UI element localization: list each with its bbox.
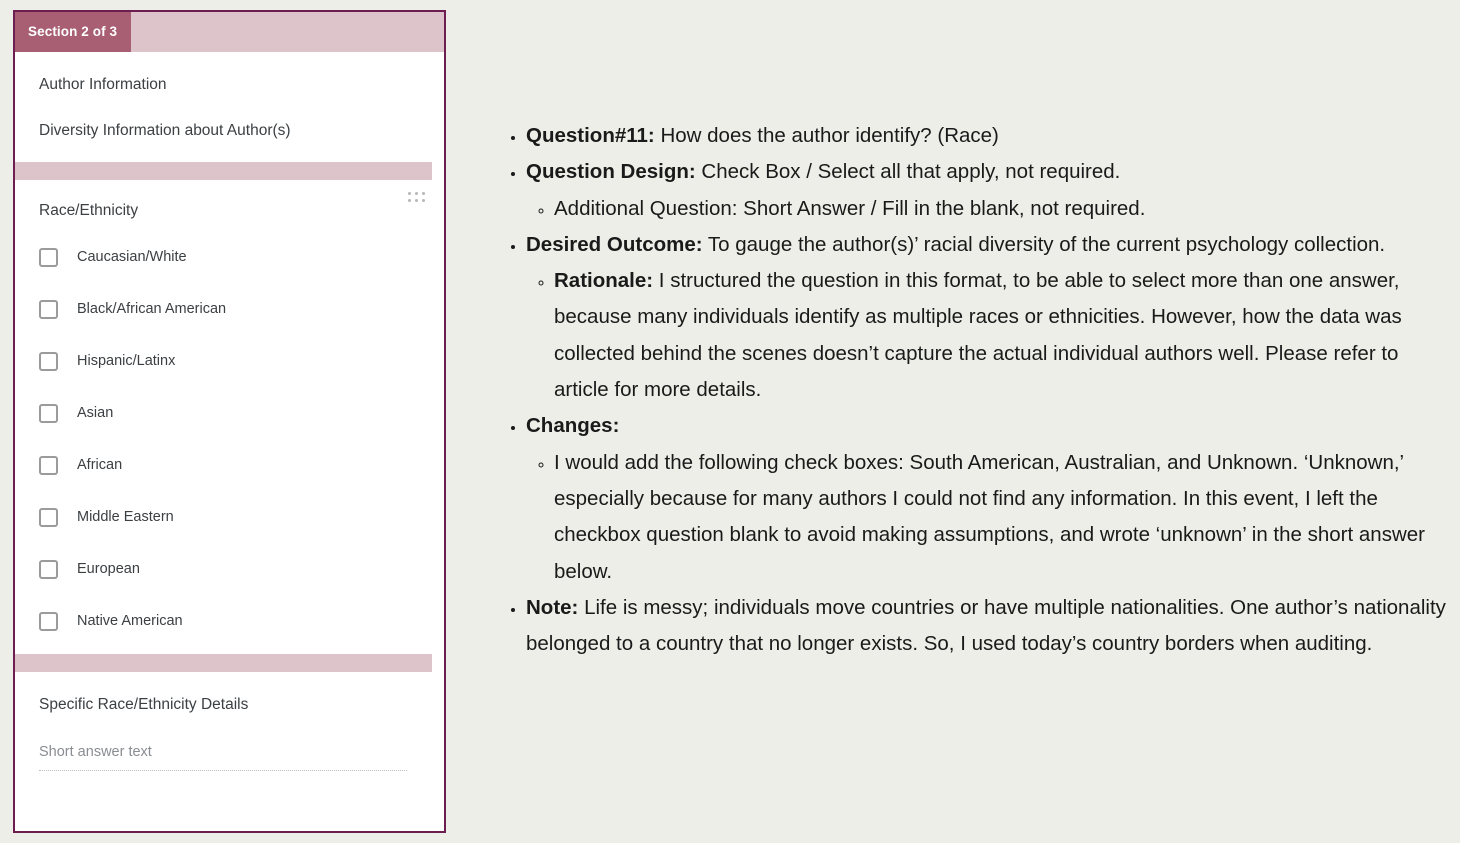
page-root: Section 2 of 3 Author Information Divers… <box>0 0 1460 843</box>
checkbox-icon[interactable] <box>39 455 58 475</box>
checkbox-option-label: African <box>77 457 123 473</box>
checkbox-icon[interactable] <box>39 299 58 319</box>
note-rationale-item: Rationale: I structured the question in … <box>554 263 1450 408</box>
checkbox-option[interactable]: Asian <box>39 400 444 426</box>
checkbox-icon[interactable] <box>39 611 58 631</box>
note-note-label: Note: <box>526 595 579 619</box>
checkbox-icon[interactable] <box>39 247 58 267</box>
note-outcome-label: Desired Outcome: <box>526 232 703 256</box>
note-design-sublist: Additional Question: Short Answer / Fill… <box>526 191 1450 227</box>
short-answer-input[interactable]: Short answer text <box>39 742 407 771</box>
checkbox-option-label: Native American <box>77 613 183 629</box>
checkbox-option[interactable]: African <box>39 452 444 478</box>
note-design-label: Question Design: <box>526 160 696 184</box>
note-note-text: Life is messy; individuals move countrie… <box>526 595 1446 656</box>
note-design-text: Check Box / Select all that apply, not r… <box>695 160 1121 184</box>
question-label: Race/Ethnicity <box>39 202 139 219</box>
checkbox-option[interactable]: Black/African American <box>39 296 444 322</box>
checkbox-option-label: Middle Eastern <box>77 509 174 525</box>
note-changes-label: Changes: <box>526 414 620 438</box>
note-item-outcome: Desired Outcome: To gauge the author(s)’… <box>526 227 1450 408</box>
checkbox-option[interactable]: Native American <box>39 608 444 634</box>
note-changes-sub-text: I would add the following check boxes: S… <box>554 450 1425 583</box>
form-title: Author Information <box>39 76 167 93</box>
short-answer-label: Specific Race/Ethnicity Details <box>39 696 249 713</box>
note-design-sub-item: Additional Question: Short Answer / Fill… <box>554 191 1450 227</box>
note-rationale-text: I structured the question in this format… <box>554 269 1402 402</box>
drag-handle-icon[interactable] <box>408 192 426 204</box>
notes-list: Question#11: How does the author identif… <box>500 118 1450 662</box>
note-changes-sublist: I would add the following check boxes: S… <box>526 445 1450 590</box>
checkbox-option[interactable]: European <box>39 556 444 582</box>
section-tab-label[interactable]: Section 2 of 3 <box>15 12 132 52</box>
question-block[interactable]: Race/Ethnicity Caucasian/White Black/Afr… <box>15 180 444 654</box>
note-question-text: How does the author identify? (Race) <box>654 124 999 147</box>
short-answer-placeholder: Short answer text <box>39 744 152 760</box>
checkbox-option-label: Asian <box>77 405 114 421</box>
checkbox-option[interactable]: Hispanic/Latinx <box>39 348 444 374</box>
checkbox-icon[interactable] <box>39 507 58 527</box>
checkbox-option[interactable]: Caucasian/White <box>39 244 444 270</box>
notes-panel: Question#11: How does the author identif… <box>500 118 1450 662</box>
checkbox-option-label: European <box>77 561 140 577</box>
note-question-label: Question#11: <box>526 124 655 147</box>
section-divider-band-2 <box>15 654 432 672</box>
checkbox-option-label: Hispanic/Latinx <box>77 353 176 369</box>
form-section-card: Section 2 of 3 Author Information Divers… <box>13 10 446 833</box>
note-changes-sub-item: I would add the following check boxes: S… <box>554 445 1450 590</box>
note-rationale-label: Rationale: <box>554 269 654 293</box>
short-answer-block[interactable]: Specific Race/Ethnicity Details Short an… <box>15 672 444 771</box>
note-item-changes: Changes: I would add the following check… <box>526 408 1450 589</box>
note-item-question: Question#11: How does the author identif… <box>526 118 1450 154</box>
form-subtitle: Diversity Information about Author(s) <box>39 122 291 139</box>
form-header-block[interactable]: Author Information Diversity Information… <box>15 52 444 162</box>
section-divider-band-1 <box>15 162 432 180</box>
note-outcome-text: To gauge the author(s)’ racial diversity… <box>702 232 1386 256</box>
section-tab-row: Section 2 of 3 <box>15 12 444 52</box>
checkbox-option[interactable]: Middle Eastern <box>39 504 444 530</box>
note-item-note: Note: Life is messy; individuals move co… <box>526 590 1450 663</box>
checkbox-option-label: Black/African American <box>77 301 227 317</box>
checkbox-icon[interactable] <box>39 403 58 423</box>
checkbox-icon[interactable] <box>39 351 58 371</box>
note-rationale-sublist: Rationale: I structured the question in … <box>526 263 1450 408</box>
note-item-design: Question Design: Check Box / Select all … <box>526 154 1450 227</box>
checkbox-icon[interactable] <box>39 559 58 579</box>
checkbox-option-label: Caucasian/White <box>77 249 187 265</box>
note-design-sub-text: Additional Question: Short Answer / Fill… <box>554 196 1146 220</box>
